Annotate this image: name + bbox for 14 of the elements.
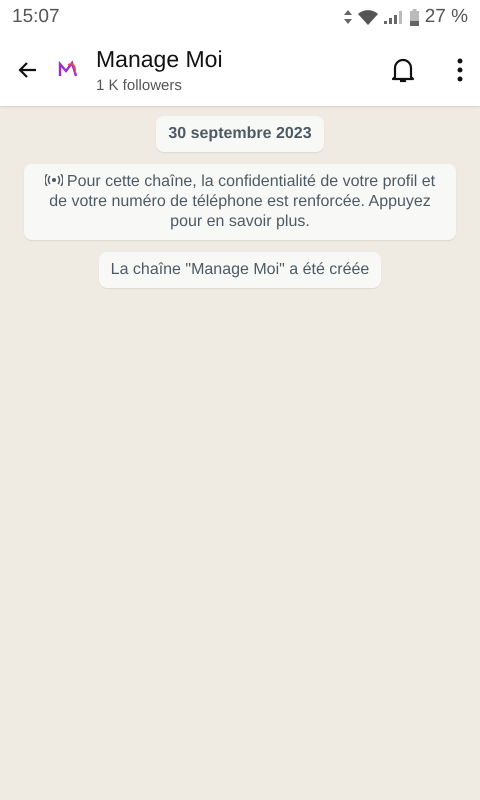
date-label: 30 septembre 2023 (156, 116, 324, 152)
more-icon (456, 58, 464, 82)
battery-icon (410, 8, 419, 26)
wifi-icon (358, 9, 378, 25)
privacy-notice[interactable]: Pour cette chaîne, la confidentialité de votre profil et de votre numéro de téléphone est renforcée. Appuyez pour en savoir plus. (24, 164, 456, 240)
broadcast-icon (44, 174, 63, 186)
system-message: La chaîne "Manage Moi" a été créée (98, 252, 382, 288)
channel-name: Manage Moi (96, 46, 224, 73)
battery-percentage: 27 % (424, 6, 468, 28)
bell-icon (390, 56, 416, 84)
follower-count: 1 K followers (96, 77, 183, 94)
data-arrows-icon (344, 10, 352, 24)
status-time: 15:07 (12, 6, 60, 28)
signal-icon (384, 10, 404, 24)
